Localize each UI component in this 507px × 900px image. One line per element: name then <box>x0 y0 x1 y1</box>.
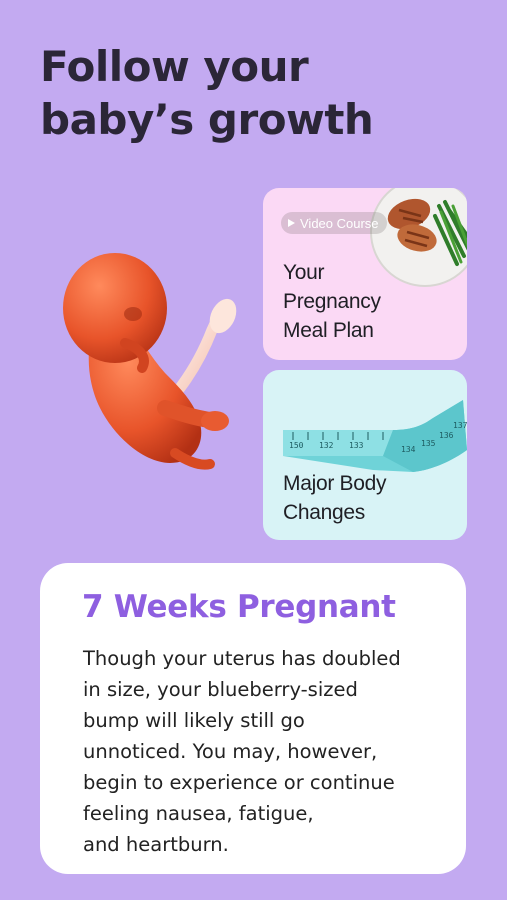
svg-text:134: 134 <box>401 445 416 454</box>
body-changes-card[interactable]: 150 132 133 134 135 136 137 Major Body Chan… <box>263 370 467 540</box>
meal-plan-card[interactable]: Video Course Your Pregnancy Meal Plan <box>263 188 467 360</box>
week-title: 7 Weeks Pregnant <box>82 589 396 625</box>
svg-text:137: 137 <box>453 421 467 430</box>
svg-text:135: 135 <box>421 439 436 448</box>
week-description: Though your uterus has doubled in size, … <box>83 647 401 856</box>
week-info-card: 7 Weeks Pregnant Though your uterus has … <box>40 563 466 874</box>
meal-plan-title: Your Pregnancy Meal Plan <box>283 261 381 342</box>
page-headline: Follow your baby’s growth <box>40 40 374 146</box>
play-icon <box>288 219 295 227</box>
video-course-badge: Video Course <box>281 212 387 234</box>
measuring-tape-illustration: 150 132 133 134 135136 137 <box>283 400 467 472</box>
badge-label: Video Course <box>300 215 379 231</box>
svg-text:132: 132 <box>319 441 334 450</box>
meal-plate-illustration <box>370 188 467 287</box>
headline-line-2: baby’s growth <box>40 95 374 144</box>
svg-text:136: 136 <box>439 431 454 440</box>
body-changes-title: Major Body Changes <box>283 472 387 524</box>
headline-line-1: Follow your <box>40 42 309 91</box>
fetus-illustration <box>63 253 237 470</box>
svg-text:133: 133 <box>349 441 364 450</box>
svg-text:150: 150 <box>289 441 304 450</box>
